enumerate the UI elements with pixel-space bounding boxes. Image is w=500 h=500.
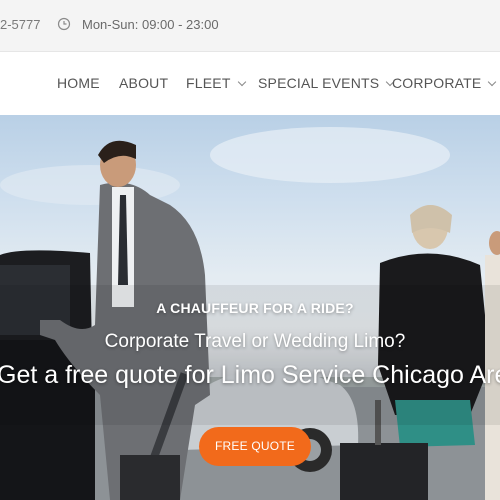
main-navigation: HOME ABOUT FLEET SPECIAL EVENTS CORPORAT…	[0, 52, 500, 115]
hero-eyebrow: A CHAUFFEUR FOR A RIDE?	[156, 300, 354, 316]
hero-banner: A CHAUFFEUR FOR A RIDE? Corporate Travel…	[0, 115, 500, 500]
opening-hours: Mon-Sun: 09:00 - 23:00	[82, 17, 219, 32]
phone-number[interactable]: 2-5777	[0, 17, 40, 32]
nav-item-corporate[interactable]: CORPORATE	[392, 75, 497, 91]
chevron-down-icon	[237, 77, 246, 87]
hero-subtitle: Corporate Travel or Wedding Limo?	[104, 331, 406, 352]
chevron-down-icon	[488, 77, 497, 87]
nav-item-label: CORPORATE	[392, 75, 482, 91]
top-info-bar: 2-5777 Mon-Sun: 09:00 - 23:00	[0, 0, 500, 52]
nav-item-label: ABOUT	[119, 75, 169, 91]
hero-headline: Get a free quote for Limo Service Chicag…	[0, 361, 500, 389]
clock-icon	[57, 17, 71, 31]
free-quote-button[interactable]: FREE QUOTE	[199, 427, 311, 466]
nav-item-about[interactable]: ABOUT	[119, 75, 168, 91]
nav-item-special-events[interactable]: SPECIAL EVENTS	[258, 75, 395, 91]
nav-item-label: HOME	[57, 75, 100, 91]
nav-item-fleet[interactable]: FLEET	[186, 75, 246, 91]
nav-item-label: SPECIAL EVENTS	[258, 75, 380, 91]
nav-item-label: FLEET	[186, 75, 231, 91]
nav-item-home[interactable]: HOME	[57, 75, 100, 91]
